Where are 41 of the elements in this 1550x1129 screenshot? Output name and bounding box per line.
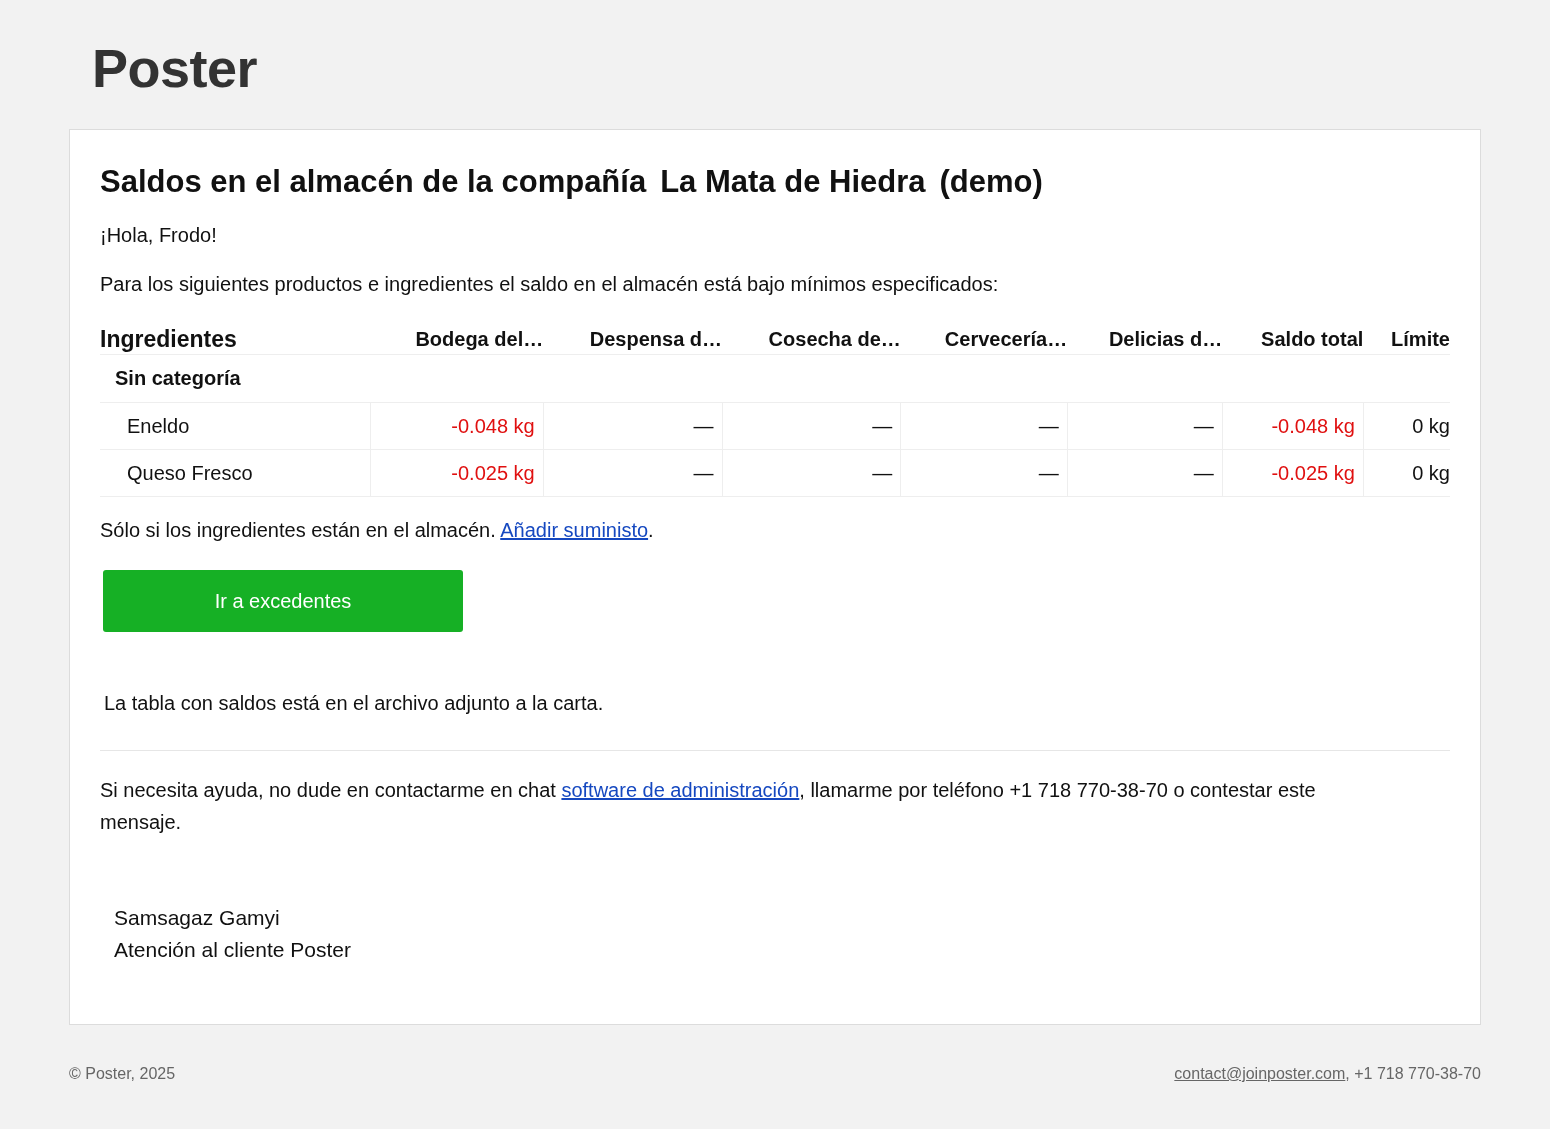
table-cell: -0.048 kg [370,402,544,450]
copyright: © Poster, 2025 [69,1065,176,1083]
table-cell: — [900,402,1068,450]
table-cell: — [900,449,1068,497]
table-cell: — [1067,449,1223,497]
table-cell: — [543,449,723,497]
title: Saldos en el almacén de la compañía [100,164,647,200]
add-supply-link[interactable]: Añadir suministo [500,519,649,541]
help-text: Si necesita ayuda, no dude en contactarme en chat software de administración, llamarme por teléfono +1 718 770-38-70 o contestar este mensaje. [100,778,1317,835]
column-header: Saldo total [1222,322,1364,355]
column-header: Límite [1363,322,1450,355]
phone-number: , +1 718 770-38-70 [1345,1065,1481,1082]
ingredient-cell: Queso Fresco [100,449,370,497]
attachment-note: La tabla con saldos está en el archivo adjunto a la carta. [104,692,605,715]
logo: Poster [92,37,258,100]
table-cell: -0.048 kg [1222,402,1364,450]
table-cell: — [722,449,901,497]
table-cell: — [1067,402,1223,450]
signature-role: Atención al cliente Poster [114,937,352,963]
table-cell: -0.025 kg [1222,449,1364,497]
software-link[interactable]: software de administración [561,779,800,801]
table-cell: -0.025 kg [370,449,544,497]
column-header: Ingredientes [100,322,370,355]
intro-text: Para los siguientes productos e ingredientes el saldo en el almacén está bajo mínimos especificados: [100,273,1000,296]
column-header: Bodega del… [370,322,544,355]
column-header: Delicias d… [1067,322,1223,355]
signature-name: Samsagaz Gamyi [114,905,281,931]
table-cell: — [543,402,723,450]
column-header: Cosecha de… [722,322,901,355]
table-cell: 0 kg [1363,402,1450,450]
company-name: La Mata de Hiedra [660,164,926,200]
email-link[interactable]: contact@joinposter.com [1174,1065,1346,1082]
ingredient-cell: Eneldo [100,402,370,450]
note-text: Sólo si los ingredientes están en el almacén. Añadir suministo. [100,519,655,542]
greeting: ¡Hola, Frodo! [100,224,218,247]
column-header: Despensa d… [543,322,723,355]
table-cell: — [722,402,901,450]
demo-label: (demo) [939,164,1043,200]
category-row: Sin categoría [100,354,1450,403]
table-cell: 0 kg [1363,449,1450,497]
column-header: Cervecería… [900,322,1068,355]
